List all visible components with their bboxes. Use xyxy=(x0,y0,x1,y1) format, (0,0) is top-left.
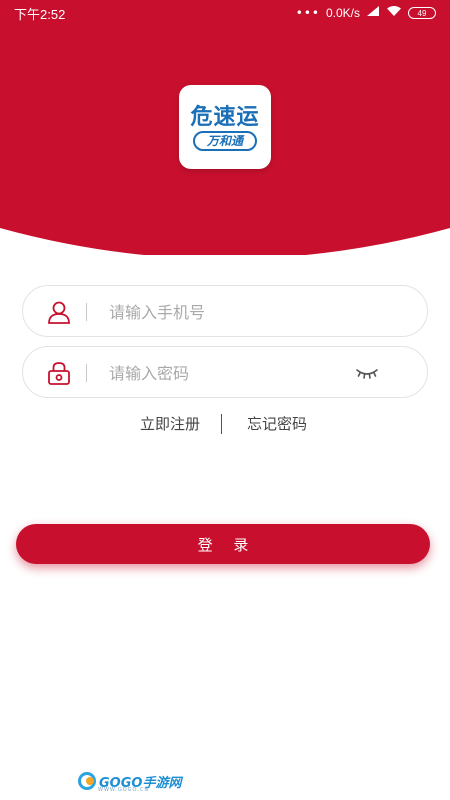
network-speed: 0.0K/s xyxy=(325,6,360,20)
password-field[interactable] xyxy=(22,346,428,398)
lock-icon xyxy=(46,360,72,386)
status-time: 下午2:52 xyxy=(14,6,66,22)
watermark-url: WWW.GOGO.CN xyxy=(98,787,150,793)
watermark-logo: GOGO手游网 WWW.GOGO.CN xyxy=(78,770,181,793)
login-button[interactable]: 登 录 xyxy=(16,524,430,564)
register-link[interactable]: 立即注册 xyxy=(140,413,200,434)
wifi-icon xyxy=(386,5,402,21)
phone-field[interactable] xyxy=(22,285,428,337)
password-input[interactable] xyxy=(109,357,359,389)
logo-main-text: 危速运 xyxy=(190,105,260,130)
phone-input[interactable] xyxy=(109,296,359,328)
notification-dots: ••• xyxy=(295,6,320,20)
status-indicators: ••• 0.0K/s 49 xyxy=(296,5,436,21)
auth-links: 立即注册 忘记密码 xyxy=(0,411,450,437)
signal-icon xyxy=(366,5,380,21)
eye-closed-icon[interactable] xyxy=(355,362,379,384)
status-bar: 下午2:52 ••• 0.0K/s 49 xyxy=(0,0,450,26)
app-logo: 危速运 万和通 xyxy=(179,85,271,169)
links-divider xyxy=(221,414,222,434)
user-icon xyxy=(46,299,72,325)
forgot-password-link[interactable]: 忘记密码 xyxy=(247,413,307,434)
watermark-icon xyxy=(78,772,96,790)
field-divider xyxy=(86,303,87,321)
logo-sub-text: 万和通 xyxy=(193,131,257,151)
battery-icon: 49 xyxy=(408,7,436,19)
field-divider xyxy=(86,364,87,382)
